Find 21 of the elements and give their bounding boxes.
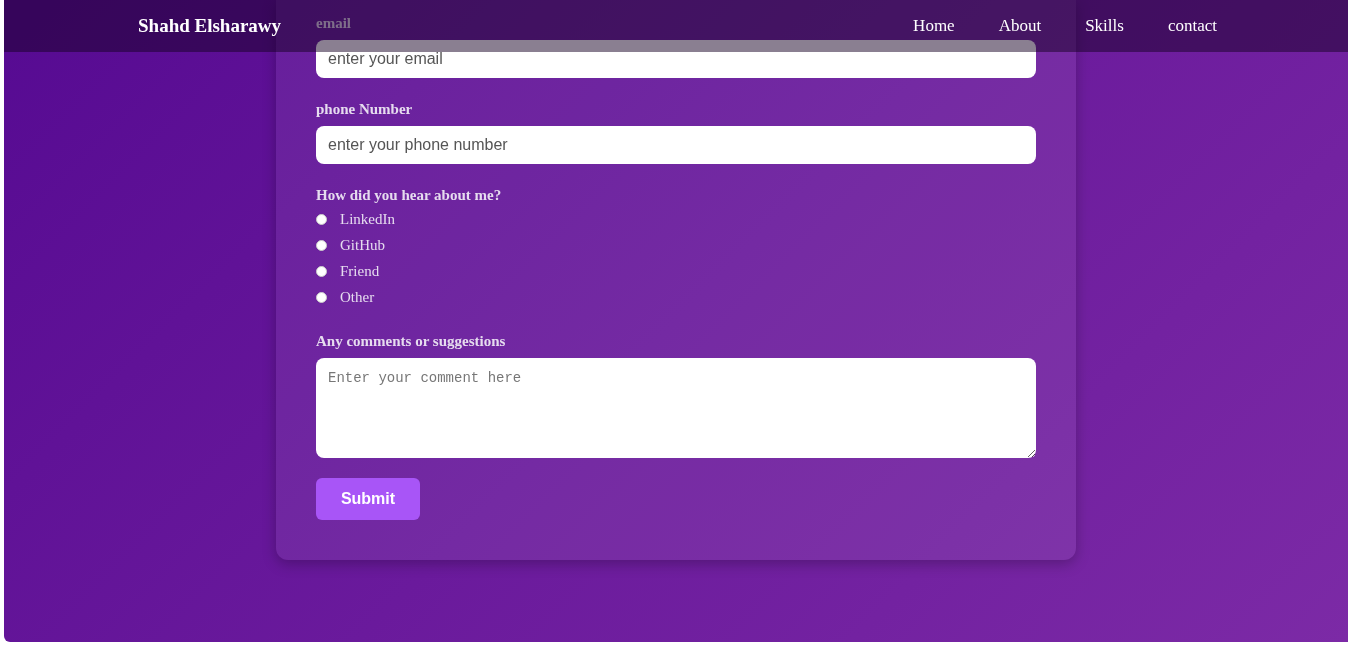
radio-label: Friend xyxy=(340,262,380,280)
question-label: How did you hear about me? xyxy=(316,186,502,204)
submit-button[interactable]: Submit xyxy=(316,478,420,520)
nav-link[interactable]: About xyxy=(998,16,1042,36)
field-label: email xyxy=(316,14,351,32)
radio-button[interactable] xyxy=(316,213,327,225)
comment-field[interactable]: Enter your comment here xyxy=(316,358,1036,458)
field-label: Any comments or suggestions xyxy=(316,332,506,350)
radio-label: Other xyxy=(340,288,375,306)
radio-button[interactable] xyxy=(316,291,327,303)
nav-link[interactable]: Skills xyxy=(1085,16,1124,36)
radio-label: GitHub xyxy=(340,236,385,254)
nav-link[interactable]: contact xyxy=(1167,16,1217,36)
nav-link[interactable]: Home xyxy=(913,16,955,36)
logo-text: Shahd Elsharawy xyxy=(138,15,282,37)
input-field[interactable]: enter your email xyxy=(316,40,1036,78)
radio-button[interactable] xyxy=(316,239,327,251)
field-label: phone Number xyxy=(316,100,413,118)
radio-button[interactable] xyxy=(316,265,327,277)
input-field[interactable]: enter your phone number xyxy=(316,126,1036,164)
radio-label: LinkedIn xyxy=(340,210,395,228)
